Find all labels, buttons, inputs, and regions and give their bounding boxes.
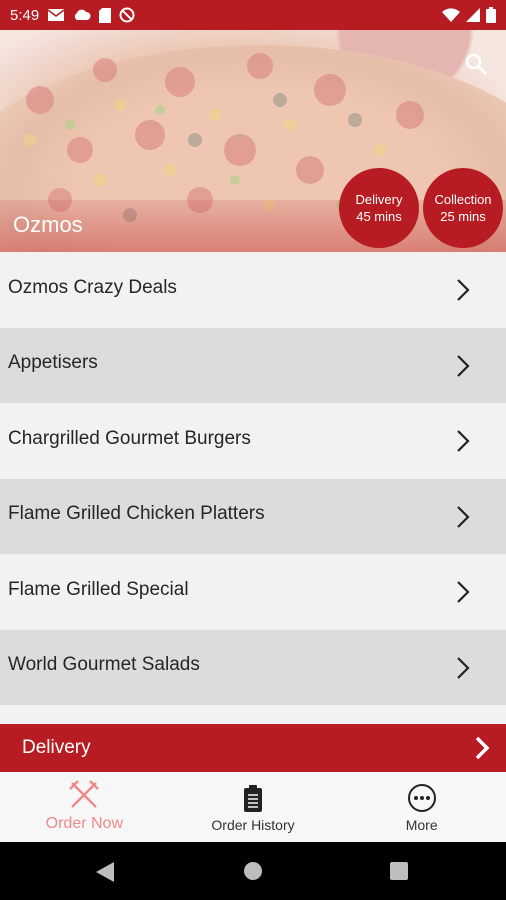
nav-more-label: More	[405, 817, 438, 833]
chevron-right-icon	[457, 656, 470, 679]
search-icon[interactable]	[464, 52, 488, 76]
battery-icon	[486, 7, 496, 23]
menu-category-item[interactable]: Ozmos Crazy Deals	[0, 252, 506, 328]
recent-apps-icon[interactable]	[390, 862, 408, 880]
fork-knife-icon	[69, 780, 100, 808]
delivery-time-badge[interactable]: Delivery 45 mins	[339, 168, 419, 248]
nav-order-now-label: Order Now	[45, 815, 124, 832]
delivery-mode-bar[interactable]: Delivery	[0, 724, 506, 772]
nav-order-now[interactable]: Order Now	[0, 772, 169, 842]
chevron-right-icon	[457, 505, 470, 528]
menu-category-label: Chargrilled Gourmet Burgers	[8, 427, 251, 449]
nav-order-history[interactable]: Order History	[169, 772, 338, 842]
menu-category-item[interactable]: Appetisers	[0, 327, 506, 403]
restaurant-name: Ozmos	[13, 212, 83, 237]
collection-badge-label: Collection	[434, 192, 492, 207]
menu-category-label: Appetisers	[8, 352, 98, 374]
menu-category-label: World Gourmet Salads	[8, 654, 200, 676]
cloud-icon	[75, 9, 91, 20]
menu-category-list: Ozmos Crazy Deals Appetisers Chargrilled…	[0, 252, 506, 705]
delivery-mode-label: Delivery	[22, 737, 91, 758]
chevron-right-icon	[457, 430, 470, 452]
signal-icon	[466, 8, 480, 22]
sd-card-icon	[99, 7, 112, 23]
more-icon	[407, 784, 436, 812]
wifi-icon	[442, 8, 460, 22]
hero-banner: Ozmos Delivery 45 mins Collection 25 min…	[0, 30, 506, 252]
chevron-right-icon	[457, 279, 470, 301]
menu-category-item[interactable]: Flame Grilled Special	[0, 554, 506, 630]
chevron-right-icon	[457, 581, 470, 603]
menu-category-item[interactable]: Flame Grilled Chicken Platters	[0, 478, 506, 554]
delivery-badge-time: 45 mins	[356, 209, 402, 224]
mail-icon	[47, 9, 65, 21]
nav-more[interactable]: More	[337, 772, 506, 842]
chevron-right-icon	[457, 354, 470, 377]
menu-category-label: Flame Grilled Special	[8, 578, 189, 600]
menu-category-label: Flame Grilled Chicken Platters	[8, 503, 265, 525]
clipboard-icon	[244, 785, 262, 812]
collection-badge-time: 25 mins	[440, 209, 486, 224]
chevron-right-icon	[475, 736, 490, 760]
status-bar: 5:49	[0, 0, 506, 30]
menu-category-item[interactable]: Chargrilled Gourmet Burgers	[0, 403, 506, 479]
home-icon[interactable]	[244, 862, 262, 880]
status-time: 5:49	[10, 6, 40, 24]
bottom-navigation: Order Now Order History More	[0, 772, 506, 842]
back-icon[interactable]	[96, 862, 114, 882]
menu-category-item[interactable]: World Gourmet Salads	[0, 629, 506, 705]
nav-order-history-label: Order History	[211, 817, 295, 833]
menu-category-label: Ozmos Crazy Deals	[8, 276, 177, 298]
no-sim-icon	[119, 7, 135, 23]
delivery-badge-label: Delivery	[355, 192, 403, 207]
collection-time-badge[interactable]: Collection 25 mins	[423, 168, 503, 248]
system-navigation-bar	[0, 842, 506, 900]
